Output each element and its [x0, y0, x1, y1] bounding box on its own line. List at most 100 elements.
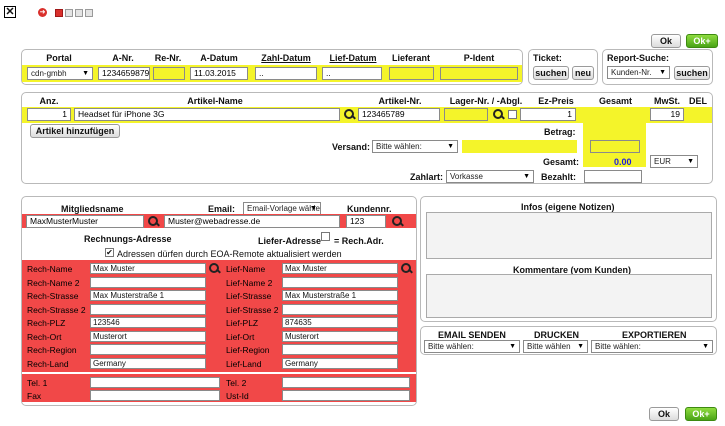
- lief-title: Liefer-Adresse: [258, 236, 322, 246]
- ticket-search-button[interactable]: suchen: [533, 66, 569, 80]
- versand-yellow-field[interactable]: [462, 140, 577, 153]
- lief-row-label: Lief-Land: [226, 359, 262, 369]
- lief-same-checkbox[interactable]: [321, 232, 330, 241]
- address-separator: [22, 372, 416, 374]
- rech-row-label: Rech-Strasse: [27, 291, 79, 301]
- lager-search-icon[interactable]: [493, 109, 503, 119]
- col-zahldatum[interactable]: Zahl-Datum: [255, 53, 317, 63]
- lief-row-field[interactable]: Germany: [282, 358, 398, 369]
- rech-row-label: Rech-Name: [27, 264, 73, 274]
- lief-row-field[interactable]: [282, 344, 398, 355]
- pident-field[interactable]: [440, 67, 518, 80]
- ok-plus-button-top[interactable]: Ok+: [686, 34, 718, 48]
- rech-row-field[interactable]: [90, 304, 206, 315]
- ticket-new-button[interactable]: neu: [572, 66, 594, 80]
- ezpreis-field[interactable]: 1: [520, 108, 576, 121]
- back-icon[interactable]: ➜: [38, 8, 47, 17]
- email-field[interactable]: Muster@webadresse.de: [164, 215, 340, 228]
- portal-select[interactable]: cdn-gmbh ▼: [27, 67, 93, 80]
- renr-field[interactable]: [153, 67, 185, 80]
- col-gesamt: Gesamt: [598, 96, 633, 106]
- add-article-button[interactable]: Artikel hinzufügen: [30, 124, 120, 138]
- rech-row-field[interactable]: Germany: [90, 358, 206, 369]
- fax-field[interactable]: [90, 390, 220, 401]
- tel2-field[interactable]: [282, 377, 410, 388]
- versand-cost-field[interactable]: [590, 140, 640, 153]
- kundennr-field[interactable]: 123: [346, 215, 386, 228]
- zahlart-select[interactable]: Vorkasse ▼: [446, 170, 534, 183]
- lief-row-label: Lief-Region: [226, 345, 270, 355]
- lieferant-field[interactable]: [389, 67, 434, 80]
- kundennr-search-icon[interactable]: [392, 216, 402, 226]
- page-4-icon[interactable]: [85, 9, 93, 17]
- rech-row-field[interactable]: Musterort: [90, 331, 206, 342]
- ustid-field[interactable]: [282, 390, 410, 401]
- ok-button-top[interactable]: Ok: [651, 34, 681, 48]
- email-send-title: EMAIL SENDEN: [438, 330, 506, 340]
- versand-select[interactable]: Bitte wählen: ▼: [372, 140, 458, 153]
- export-title: EXPORTIEREN: [622, 330, 687, 340]
- lief-row-label: Lief-Strasse 2: [226, 305, 279, 315]
- export-select[interactable]: Bitte wählen: ▼: [591, 340, 713, 353]
- artikelname-field[interactable]: Headset für iPhone 3G: [74, 108, 340, 121]
- lief-row-field[interactable]: 874635: [282, 317, 398, 328]
- rech-row-label: Rech-Region: [27, 345, 77, 355]
- kommentare-textarea[interactable]: [426, 274, 712, 318]
- drucken-select[interactable]: Bitte wählen ▼: [523, 340, 588, 353]
- report-search-button[interactable]: suchen: [674, 66, 710, 80]
- tel2-label: Tel. 2: [226, 378, 247, 388]
- lief-row-field[interactable]: Max Muster: [282, 263, 398, 274]
- infos-title: Infos (eigene Notizen): [521, 202, 615, 212]
- rech-name-search-icon[interactable]: [209, 263, 219, 273]
- close-icon[interactable]: ✕: [4, 6, 16, 18]
- lager-field[interactable]: [444, 108, 488, 121]
- lief-row-label: Lief-PLZ: [226, 318, 259, 328]
- lief-row-field[interactable]: [282, 304, 398, 315]
- lief-name-search-icon[interactable]: [401, 263, 411, 273]
- col-lieferant: Lieferant: [391, 53, 430, 63]
- ticket-label: Ticket:: [533, 53, 562, 63]
- page-2-icon[interactable]: [65, 9, 73, 17]
- lief-row-field[interactable]: Musterort: [282, 331, 398, 342]
- adatum-field[interactable]: 11.03.2015: [190, 67, 248, 80]
- page-3-icon[interactable]: [75, 9, 83, 17]
- lief-row-label: Lief-Name: [226, 264, 266, 274]
- ok-button-bottom[interactable]: Ok: [649, 407, 679, 421]
- artikelnr-field[interactable]: 123465789: [358, 108, 440, 121]
- mwst-field[interactable]: 19: [650, 108, 684, 121]
- fax-label: Fax: [27, 391, 42, 401]
- infos-textarea[interactable]: [426, 212, 712, 259]
- rech-row-label: Rech-Name 2: [27, 278, 80, 288]
- ustid-label: Ust-Id: [226, 391, 249, 401]
- report-select[interactable]: Kunden-Nr. ▼: [607, 66, 670, 79]
- col-liefdatum[interactable]: Lief-Datum: [324, 53, 382, 63]
- artikel-search-icon[interactable]: [344, 109, 354, 119]
- rech-row-field[interactable]: [90, 277, 206, 288]
- col-ezpreis: Ez-Preis: [538, 96, 574, 106]
- liefdatum-field[interactable]: ..: [322, 67, 382, 80]
- lief-row-field[interactable]: [282, 277, 398, 288]
- lager-abgl-checkbox[interactable]: [508, 110, 517, 119]
- rech-title: Rechnungs-Adresse: [84, 234, 172, 244]
- tel1-field[interactable]: [90, 377, 220, 388]
- zahldatum-field[interactable]: ..: [255, 67, 317, 80]
- mitglied-field[interactable]: MaxMusterMuster: [26, 215, 144, 228]
- bezahlt-field[interactable]: [584, 170, 642, 183]
- anz-field[interactable]: 1: [27, 108, 71, 121]
- anr-field[interactable]: 1234659879: [98, 67, 150, 80]
- lief-row-label: Lief-Ort: [226, 332, 255, 342]
- eoa-checkbox[interactable]: ✔: [105, 248, 114, 257]
- lief-row-field[interactable]: Max Musterstraße 1: [282, 290, 398, 301]
- col-anz: Anz.: [39, 96, 59, 106]
- ok-plus-button-bottom[interactable]: Ok+: [685, 407, 717, 421]
- currency-select[interactable]: EUR ▼: [650, 155, 698, 168]
- zahlart-label: Zahlart:: [410, 172, 444, 182]
- rech-row-field[interactable]: Max Muster: [90, 263, 206, 274]
- mitglied-search-icon[interactable]: [148, 216, 158, 226]
- rech-row-field[interactable]: [90, 344, 206, 355]
- gesamt-value: 0.00: [614, 157, 632, 167]
- rech-row-field[interactable]: 123546: [90, 317, 206, 328]
- page-1-icon[interactable]: [55, 9, 63, 17]
- rech-row-field[interactable]: Max Musterstraße 1: [90, 290, 206, 301]
- email-send-select[interactable]: Bitte wählen: ▼: [424, 340, 520, 353]
